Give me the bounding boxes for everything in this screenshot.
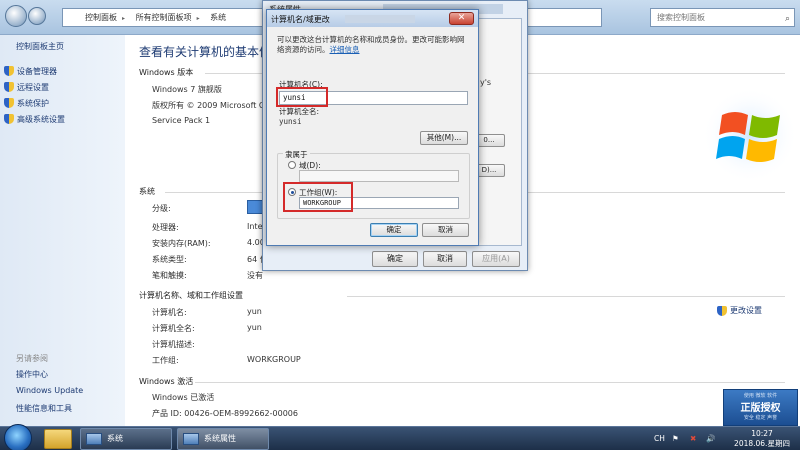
divider (347, 296, 785, 297)
activation-heading: Windows 激活 (139, 377, 194, 386)
shield-icon (4, 66, 14, 76)
network-error-icon[interactable]: ✖ (690, 434, 696, 443)
description-label: 计算机描述: (152, 340, 195, 349)
details-link[interactable]: 详细信息 (330, 45, 360, 54)
full-name-value: yun (247, 323, 262, 332)
start-button[interactable] (4, 424, 32, 450)
edition-heading: Windows 版本 (139, 68, 194, 77)
back-button[interactable] (5, 5, 27, 27)
flag-icon[interactable]: ⚑ (672, 434, 679, 443)
close-icon[interactable]: ✕ (449, 12, 474, 25)
computer-name-value: yun (247, 307, 262, 316)
full-name-value: yunsi (279, 117, 302, 126)
ok-button[interactable]: 确定 (372, 251, 418, 267)
clock-time: 10:27 (751, 429, 773, 438)
taskbar-app-system-properties[interactable]: 系统属性 (177, 428, 269, 450)
apply-button[interactable]: 应用(A) (472, 251, 520, 267)
shield-icon (4, 98, 14, 108)
computer-name-label: 计算机名: (152, 308, 187, 317)
dialog-titlebar[interactable]: 计算机名/域更改 ✕ (267, 10, 478, 27)
member-of-label: 隶属于 (283, 149, 310, 160)
full-name-label: 计算机全名: (279, 107, 320, 116)
system-type-label: 系统类型: (152, 255, 187, 264)
sidebar-item-advanced-settings[interactable]: 高级系统设置 (4, 111, 65, 127)
folder-icon[interactable] (44, 429, 72, 449)
shield-icon (4, 82, 14, 92)
domain-input[interactable] (299, 170, 459, 182)
full-name-label: 计算机全名: (152, 324, 195, 333)
pen-touch-label: 笔和触摸: (152, 271, 187, 280)
service-pack: Service Pack 1 (152, 116, 211, 125)
system-tray: CH ⚑ ✖ 🔊 10:27 2018.06.星期四 (650, 427, 800, 450)
ram-label: 安装内存(RAM): (152, 239, 211, 248)
shield-icon (4, 114, 14, 124)
sidebar: 控制面板主页 设备管理器 远程设置 系统保护 高级系统设置 另请参阅 操作中心 … (0, 35, 125, 426)
windows-logo-icon (702, 87, 798, 183)
genuine-badge[interactable]: 使用 微软 软件 正版授权 安全 稳定 声誉 (723, 389, 798, 426)
highlight-box (276, 87, 328, 107)
breadcrumb-item[interactable]: 系统 (210, 9, 231, 27)
genuine-badge-main: 正版授权 (740, 403, 781, 414)
language-indicator[interactable]: CH (654, 434, 665, 443)
sidebar-item-device-manager[interactable]: 设备管理器 (4, 63, 65, 79)
computer-settings-heading: 计算机名称、域和工作组设置 (139, 291, 243, 300)
computer-icon (183, 433, 199, 445)
blurred-area (345, 15, 415, 23)
dialog-ok-button[interactable]: 确定 (370, 223, 418, 237)
sidebar-item-remote-settings[interactable]: 远程设置 (4, 79, 65, 95)
highlight-box (283, 182, 353, 212)
product-id: 产品 ID: 00426-OEM-8992662-00006 (152, 409, 298, 418)
forward-button[interactable] (28, 7, 46, 25)
activation-status: Windows 已激活 (152, 393, 215, 402)
clipped-text: y's (480, 78, 492, 87)
sidebar-item-system-protection[interactable]: 系统保护 (4, 95, 65, 111)
shield-icon (717, 305, 727, 316)
clock[interactable]: 10:27 2018.06.星期四 (732, 429, 792, 449)
system-heading: 系统 (139, 187, 155, 196)
copyright-text: 版权所有 © 2009 Microsoft Co (152, 101, 270, 110)
workgroup-value: WORKGROUP (247, 355, 301, 364)
breadcrumb-item[interactable]: 控制面板 (85, 9, 125, 27)
change-settings-link[interactable]: 更改设置 (717, 305, 762, 316)
genuine-badge-bottom: 安全 稳定 声誉 (743, 415, 778, 421)
divider (195, 382, 785, 383)
volume-icon[interactable]: 🔊 (706, 434, 715, 443)
search-placeholder: 搜索控制面板 (657, 13, 705, 22)
clock-date: 2018.06.星期四 (734, 439, 790, 448)
sidebar-link-action-center[interactable]: 操作中心 (16, 369, 83, 386)
workgroup-label: 工作组: (152, 356, 179, 365)
dialog-title: 计算机名/域更改 (271, 15, 330, 24)
domain-radio[interactable] (288, 161, 296, 169)
rating-label: 分级: (152, 204, 171, 213)
see-also-label: 另请参阅 (16, 354, 48, 363)
processor-value: Inte (247, 222, 263, 231)
genuine-badge-top: 使用 微软 软件 (743, 393, 778, 399)
edition-name: Windows 7 旗舰版 (152, 85, 222, 94)
search-input[interactable]: 搜索控制面板 ⌕ (650, 8, 795, 27)
other-button[interactable]: 其他(M)... (420, 131, 468, 145)
dialog-cancel-button[interactable]: 取消 (422, 223, 469, 237)
sidebar-link-windows-update[interactable]: Windows Update (16, 386, 83, 403)
processor-label: 处理器: (152, 223, 179, 232)
search-icon[interactable]: ⌕ (785, 11, 790, 28)
computer-icon (86, 433, 102, 445)
pen-touch-value: 没有 (247, 271, 263, 280)
taskbar-app-system[interactable]: 系统 (80, 428, 172, 450)
cancel-button[interactable]: 取消 (423, 251, 467, 267)
dialog-description: 可以更改这台计算机的名称和成员身份。更改可能影响网络资源的访问。详细信息 (277, 35, 465, 54)
sidebar-link-performance[interactable]: 性能信息和工具 (16, 403, 83, 420)
breadcrumb-item[interactable]: 所有控制面板项 (136, 9, 200, 27)
taskbar: 系统 系统属性 CH ⚑ ✖ 🔊 10:27 2018.06.星期四 (0, 424, 800, 450)
computer-name-dialog: 计算机名/域更改 ✕ 可以更改这台计算机的名称和成员身份。更改可能影响网络资源的… (266, 9, 479, 246)
sidebar-home-link[interactable]: 控制面板主页 (16, 41, 64, 52)
